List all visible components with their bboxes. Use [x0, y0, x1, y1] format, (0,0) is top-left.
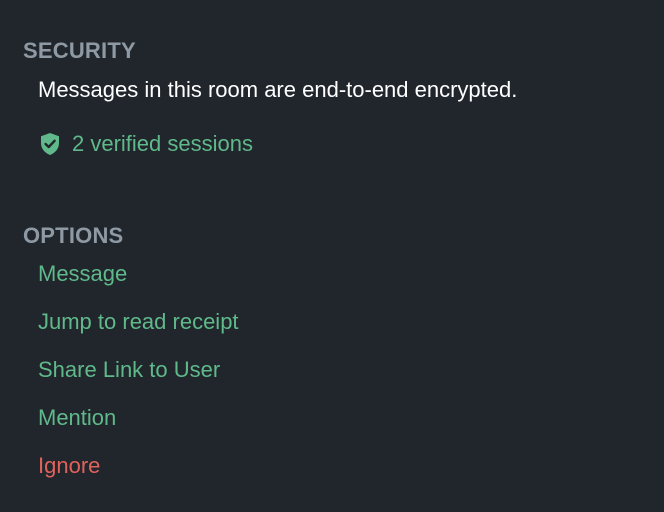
ignore-option[interactable]: Ignore [38, 453, 100, 478]
verified-sessions-label: 2 verified sessions [72, 131, 253, 156]
options-section-heading: OPTIONS [23, 223, 124, 248]
shield-check-icon [38, 132, 62, 156]
security-section-heading: SECURITY [23, 38, 136, 63]
jump-to-read-receipt-option[interactable]: Jump to read receipt [38, 309, 239, 334]
verified-sessions-button[interactable]: 2 verified sessions [38, 131, 253, 156]
encryption-status-text: Messages in this room are end-to-end enc… [38, 77, 518, 102]
mention-option[interactable]: Mention [38, 405, 116, 430]
share-link-to-user-option[interactable]: Share Link to User [38, 357, 220, 382]
message-option[interactable]: Message [38, 261, 127, 286]
